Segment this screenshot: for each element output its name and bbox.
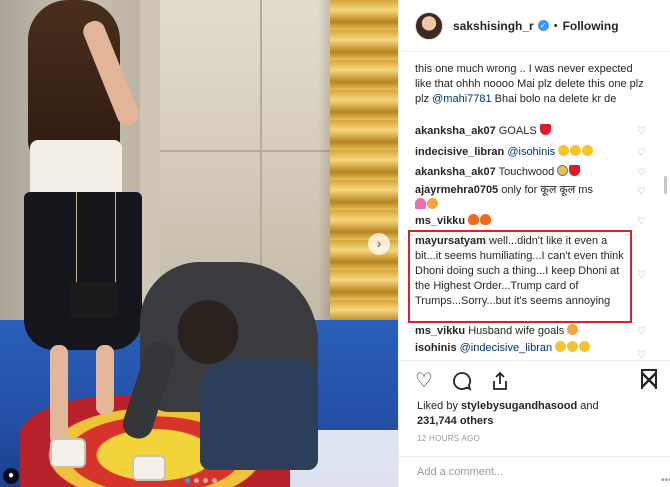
likes-others-count[interactable]: 231,744 others	[417, 415, 493, 427]
instagram-post-view: › ● sakshisingh_r ✓ • Following this one…	[0, 0, 670, 487]
like-comment-heart-icon[interactable]: ♡	[637, 127, 647, 137]
kiss-emoji-icon	[567, 324, 579, 335]
carousel-dot	[212, 478, 217, 483]
kiss-emoji-icon	[427, 198, 438, 209]
likes-summary: Liked by stylebysugandhasood and 231,744 …	[417, 399, 657, 429]
photo-bag-strap	[76, 192, 116, 284]
caption-text-2: Bhai bolo na delete kr de	[491, 93, 617, 105]
comment-item: ms_vikku Husband wife goals	[415, 324, 635, 339]
post-timestamp[interactable]: 12 HOURS AGO	[417, 434, 480, 443]
tagged-user-icon[interactable]: ●	[3, 468, 19, 484]
header-separator: •	[553, 19, 558, 32]
photo-shoe	[132, 455, 166, 481]
like-heart-icon[interactable]: ♡	[413, 370, 435, 392]
fire-emoji-icon	[480, 214, 492, 225]
carousel-indicator	[185, 478, 217, 483]
like-comment-heart-icon[interactable]: ♡	[637, 217, 647, 227]
photo-panel-line	[160, 150, 330, 152]
photo-girl-leg	[50, 345, 68, 445]
comment-item: indecisive_libran @isohinis	[415, 145, 635, 160]
comment-item: ms_vikku	[415, 214, 635, 229]
chevron-right-icon: ›	[376, 235, 382, 251]
laugh-emoji-icon	[579, 341, 591, 352]
photo-shoe	[50, 438, 86, 468]
following-button[interactable]: Following	[563, 19, 619, 33]
comment-item: ajayrmehra0705 only for कूल कूल ms	[415, 183, 635, 213]
avatar[interactable]	[415, 11, 443, 40]
laugh-emoji-icon	[555, 341, 567, 352]
photo-gold-wall	[330, 0, 398, 345]
comment-text: Husband wife goals	[465, 325, 565, 337]
post-photo[interactable]: › ●	[0, 0, 398, 487]
post-actions: ♡	[399, 360, 670, 400]
comment-text: GOALS	[495, 125, 540, 137]
crying-emoji-icon	[557, 165, 569, 176]
fire-emoji-icon	[468, 214, 480, 225]
comment-item: akanksha_ak07 GOALS	[415, 124, 635, 139]
like-comment-heart-icon[interactable]: ♡	[637, 271, 647, 281]
heart-emoji-icon	[539, 124, 551, 135]
photo-girl-top	[30, 140, 122, 196]
add-comment-input[interactable]	[417, 466, 637, 478]
comment-item: akanksha_ak07 Touchwood	[415, 165, 635, 180]
photo-man-jeans	[200, 360, 318, 470]
comment-username[interactable]: akanksha_ak07	[415, 166, 496, 178]
laugh-emoji-icon	[558, 145, 570, 156]
liked-by-user[interactable]: stylebysugandhasood	[461, 400, 577, 412]
post-header: sakshisingh_r ✓ • Following	[399, 0, 670, 52]
comment-text: Touchwood	[495, 166, 558, 178]
comment-mention[interactable]: @isohinis	[507, 146, 555, 158]
carousel-dot-active	[185, 478, 190, 483]
liked-by-prefix: Liked by	[417, 400, 462, 412]
bookmark-icon[interactable]	[641, 369, 657, 389]
liked-by-mid: and	[577, 400, 599, 412]
like-comment-heart-icon[interactable]: ♡	[637, 187, 647, 197]
like-comment-heart-icon[interactable]: ♡	[637, 327, 647, 337]
more-options-icon[interactable]: •••	[661, 475, 670, 486]
comment-text: only for कूल कूल ms	[498, 184, 593, 196]
photo-girl-leg	[96, 345, 114, 415]
comment-username[interactable]: ajayrmehra0705	[415, 184, 498, 196]
verified-badge-icon: ✓	[537, 20, 549, 31]
carousel-next-button[interactable]: ›	[368, 233, 390, 255]
comment-bubble-icon[interactable]	[451, 370, 473, 392]
share-svg	[493, 371, 507, 390]
post-caption: this one much wrong .. I was never expec…	[415, 62, 645, 107]
comment-username[interactable]: akanksha_ak07	[415, 125, 496, 137]
comment-username[interactable]: indecisive_libran	[415, 146, 504, 158]
heart-emoji-icon	[569, 165, 581, 176]
post-username[interactable]: sakshisingh_r	[453, 19, 534, 33]
comments-scrollbar[interactable]	[664, 176, 667, 194]
photo-man-head	[178, 300, 238, 364]
share-icon[interactable]	[489, 370, 511, 392]
like-comment-heart-icon[interactable]: ♡	[637, 148, 647, 158]
laugh-emoji-icon	[570, 145, 582, 156]
comment-item: isohinis @indecisive_libran	[415, 341, 635, 356]
photo-bag	[70, 282, 118, 318]
carousel-dot	[203, 478, 208, 483]
tulip-emoji-icon	[415, 198, 426, 209]
carousel-dot	[194, 478, 199, 483]
comment-highlight-box	[408, 230, 632, 323]
like-comment-heart-icon[interactable]: ♡	[637, 351, 647, 361]
comment-mention[interactable]: @indecisive_libran	[460, 342, 553, 354]
person-icon: ●	[7, 470, 15, 481]
add-comment-bar	[399, 456, 670, 487]
like-comment-heart-icon[interactable]: ♡	[637, 168, 647, 178]
comment-username[interactable]: ms_vikku	[415, 215, 465, 227]
caption-mention[interactable]: @mahi7781	[432, 93, 491, 105]
comment-bubble-svg	[453, 371, 472, 391]
comment-username[interactable]: ms_vikku	[415, 325, 465, 337]
laugh-emoji-icon	[567, 341, 579, 352]
comment-username[interactable]: isohinis	[415, 342, 457, 354]
laugh-emoji-icon	[582, 145, 594, 156]
